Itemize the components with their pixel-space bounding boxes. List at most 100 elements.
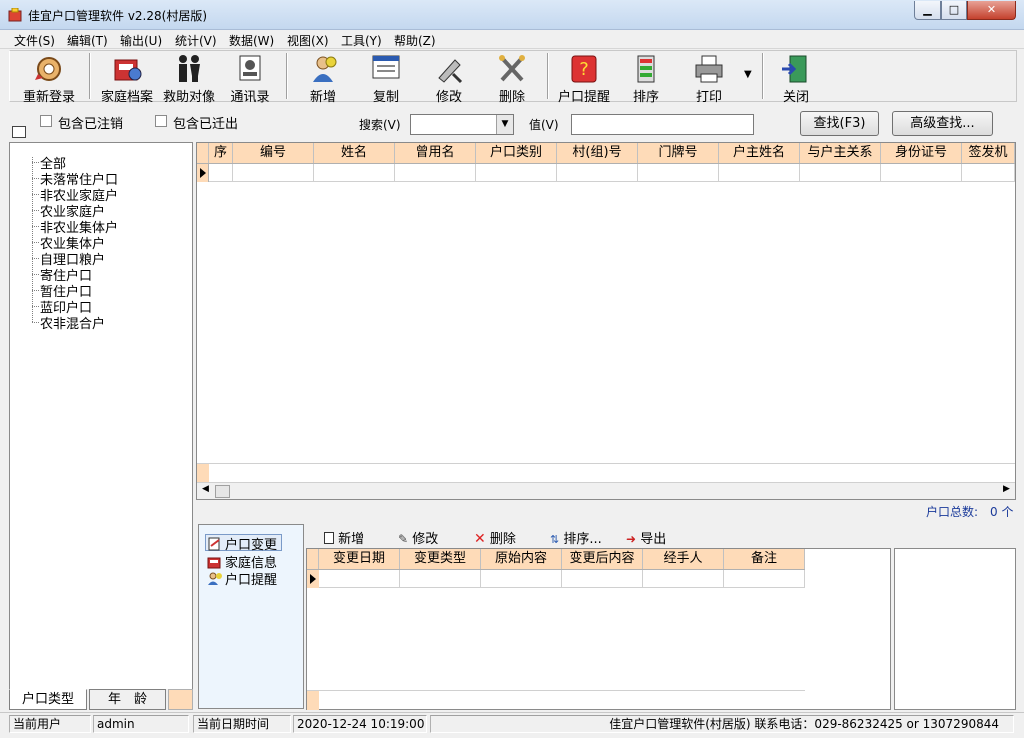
table-cell[interactable]: [557, 164, 638, 182]
value-input[interactable]: [571, 114, 754, 135]
sort-button[interactable]: 排序: [620, 54, 672, 105]
detail-toolbar: 新增 ✎ 修改 ✕ 删除 ⇅ 排序... ➜ 导出: [306, 526, 890, 548]
menu-data[interactable]: 数据(W): [229, 32, 274, 49]
menu-view[interactable]: 视图(X): [287, 32, 329, 49]
nav-item-family-info[interactable]: 家庭信息: [207, 552, 277, 571]
include-cancelled-checkbox[interactable]: [40, 115, 52, 127]
column-header[interactable]: 变更日期: [319, 549, 400, 569]
family-info-icon: [207, 557, 221, 569]
column-header[interactable]: 户主姓名: [719, 143, 800, 163]
value-label: 值(V): [529, 118, 559, 132]
column-header[interactable]: 村(组)号: [557, 143, 638, 163]
column-header[interactable]: 编号: [233, 143, 314, 163]
tab-bar-filler: [168, 689, 193, 710]
menu-file[interactable]: 文件(S): [14, 32, 55, 49]
table-cell[interactable]: [314, 164, 395, 182]
detail-side-panel: [894, 548, 1016, 710]
close-button[interactable]: ✕: [967, 1, 1016, 20]
column-header[interactable]: 变更类型: [400, 549, 481, 569]
menu-tools[interactable]: 工具(Y): [341, 32, 382, 49]
table-cell[interactable]: [319, 570, 400, 588]
chevron-down-icon[interactable]: ▼: [496, 115, 513, 134]
column-header[interactable]: 变更后内容: [562, 549, 643, 569]
table-cell[interactable]: [881, 164, 962, 182]
address-book-button[interactable]: 通讯录: [222, 54, 278, 105]
table-cell[interactable]: [962, 164, 1015, 182]
table-cell[interactable]: [233, 164, 314, 182]
table-cell[interactable]: [719, 164, 800, 182]
advanced-find-button[interactable]: 高级查找...: [892, 111, 993, 136]
column-header[interactable]: 姓名: [314, 143, 395, 163]
table-cell[interactable]: [643, 570, 724, 588]
edit-button[interactable]: 修改: [423, 54, 475, 105]
reminder-icon: ?: [571, 55, 597, 83]
column-header[interactable]: 身份证号: [881, 143, 962, 163]
relogin-button[interactable]: 重新登录: [16, 54, 82, 105]
scroll-right-icon[interactable]: ▶: [1003, 484, 1010, 494]
include-moved-out-label: 包含已迁出: [173, 117, 239, 132]
add-button[interactable]: 新增: [297, 54, 349, 105]
delete-x-icon: ✕: [474, 531, 486, 547]
column-header[interactable]: 原始内容: [481, 549, 562, 569]
tab-household-type[interactable]: 户口类型: [9, 689, 87, 710]
print-dropdown-icon[interactable]: ▼: [744, 69, 752, 80]
column-header[interactable]: 户口类别: [476, 143, 557, 163]
column-header[interactable]: 与户主关系: [800, 143, 881, 163]
detail-sort-button[interactable]: ⇅ 排序...: [550, 528, 602, 547]
copy-button[interactable]: 复制: [360, 54, 412, 105]
detail-add-button[interactable]: 新增: [324, 528, 364, 547]
scroll-thumb[interactable]: [215, 485, 230, 498]
tab-age[interactable]: 年 龄: [89, 689, 166, 710]
scroll-left-icon[interactable]: ◀: [202, 484, 209, 494]
total-count-value: 0 个: [990, 505, 1014, 519]
search-field-select[interactable]: ▼: [410, 114, 514, 135]
table-cell[interactable]: [638, 164, 719, 182]
horizontal-scrollbar[interactable]: ◀ ▶: [197, 482, 1015, 499]
column-header[interactable]: 备注: [724, 549, 805, 569]
nav-item-household-reminder[interactable]: 户口提醒: [207, 569, 277, 588]
detail-edit-button[interactable]: ✎ 修改: [398, 528, 438, 547]
maximize-button[interactable]: □: [941, 1, 967, 20]
print-button[interactable]: 打印: [683, 54, 735, 105]
detail-delete-button[interactable]: ✕ 删除: [474, 528, 516, 547]
close-app-button[interactable]: 关闭: [770, 54, 822, 105]
tree-connector: [32, 194, 39, 195]
table-cell[interactable]: [481, 570, 562, 588]
tree-item[interactable]: 农非混合户: [40, 313, 105, 332]
column-header[interactable]: 经手人: [643, 549, 724, 569]
tree-connector: [32, 290, 39, 291]
table-cell[interactable]: [395, 164, 476, 182]
minimize-button[interactable]: ▁: [914, 1, 941, 20]
column-header[interactable]: 门牌号: [638, 143, 719, 163]
detail-export-button[interactable]: ➜ 导出: [626, 528, 666, 547]
row-indicator: [197, 464, 209, 483]
table-cell[interactable]: [400, 570, 481, 588]
svg-text:?: ?: [579, 59, 589, 80]
menu-help[interactable]: 帮助(Z): [394, 32, 436, 49]
panel-toggle-icon[interactable]: [12, 126, 26, 138]
reminder-button[interactable]: ? 户口提醒: [553, 54, 615, 105]
change-icon: [208, 537, 220, 551]
menu-edit[interactable]: 编辑(T): [67, 32, 108, 49]
delete-button[interactable]: 删除: [486, 54, 538, 105]
menu-output[interactable]: 输出(U): [120, 32, 162, 49]
column-header[interactable]: 序: [209, 143, 233, 163]
rescue-target-button[interactable]: 救助对像: [160, 54, 218, 105]
table-cell[interactable]: [209, 164, 233, 182]
menu-stats[interactable]: 统计(V): [175, 32, 217, 49]
table-cell[interactable]: [562, 570, 643, 588]
table-cell[interactable]: [476, 164, 557, 182]
toolbar-separator: [547, 53, 549, 99]
nav-item-household-change[interactable]: 户口变更: [207, 534, 277, 553]
total-count-label: 户口总数:: [926, 505, 979, 519]
column-header[interactable]: 曾用名: [395, 143, 476, 163]
table-cell[interactable]: [800, 164, 881, 182]
include-moved-out-checkbox[interactable]: [155, 115, 167, 127]
tree-connector: [32, 226, 39, 227]
change-history-grid: 变更日期 变更类型 原始内容 变更后内容 经手人 备注: [306, 548, 891, 710]
family-archive-button[interactable]: 家庭档案: [96, 54, 158, 105]
find-button[interactable]: 查找(F3): [800, 111, 879, 136]
table-cell[interactable]: [724, 570, 805, 588]
column-header[interactable]: 签发机: [962, 143, 1015, 163]
delete-icon: [499, 55, 525, 82]
